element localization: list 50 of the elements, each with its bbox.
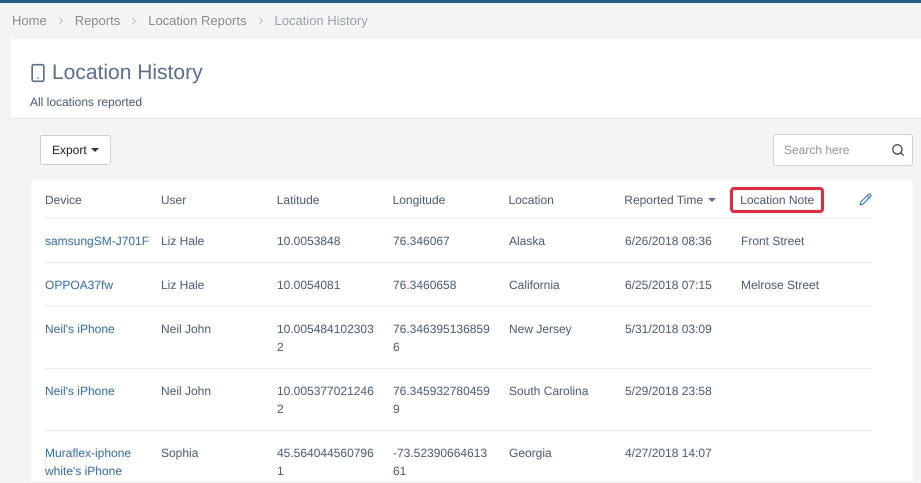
table-cell-text: South Carolina [509,383,588,400]
edit-icon[interactable] [859,193,872,206]
table-cell-text: 5/29/2018 23:58 [625,383,712,400]
breadcrumb-link[interactable]: Home [12,11,47,31]
column-header[interactable]: Reported Time [624,190,716,208]
table-cell-text: Neil John [161,383,212,400]
table-cell-text: 10.0053848 [277,233,340,250]
table-cell-text: 10.0053770212462 [277,383,374,418]
table-cell-text: Georgia [509,445,552,462]
column-header[interactable]: Location Note [730,186,824,212]
column-header[interactable]: Latitude [276,190,320,208]
table-cell-text: 6/26/2018 08:36 [625,233,712,250]
page-title: Location History [52,60,203,86]
breadcrumb-link[interactable]: Location Reports [148,11,246,31]
search-field[interactable]: Search here [773,134,913,166]
table-cell-text: Liz Hale [161,277,204,294]
table-cell-text: 76.3459327804599 [393,383,490,418]
table-cell-text: 76.346067 [393,233,450,250]
table-cell-text: Sophia [161,445,198,462]
device-link[interactable]: Neil's iPhone [45,320,115,338]
device-link[interactable]: OPPOA37fw [45,276,114,294]
table-cell-text: 76.3460658 [393,277,456,294]
sort-caret-icon [708,198,716,202]
export-button[interactable]: Export [40,135,111,165]
table-cell-text: 4/27/2018 14:07 [625,445,712,462]
column-header[interactable]: Location [508,190,554,208]
search-icon [891,143,905,157]
table-cell-text: California [509,277,560,294]
table-cell-text: 5/31/2018 03:09 [625,321,712,338]
column-header[interactable]: Longitude [392,190,446,208]
table-cell-text: Melrose Street [741,277,820,294]
page-subtitle: All locations reported [29,94,144,110]
table-cell-text: 45.5640445607961 [277,445,374,480]
device-link[interactable]: Neil's iPhone [45,382,115,400]
table-cell-text: New Jersey [509,321,572,338]
caret-icon [90,148,99,152]
table-cell-text: Alaska [509,233,546,250]
table-cell-text: 6/25/2018 07:15 [625,277,712,294]
column-header[interactable]: User [160,190,186,208]
table-cell-text: 10.0054841023032 [277,321,374,356]
table-cell-text: 76.3463951368596 [393,321,490,356]
table-cell-text: Liz Hale [161,233,204,250]
device-link[interactable]: samsungSM-J701F [45,232,150,250]
breadcrumb-link[interactable]: Reports [74,11,120,31]
table-cell-text: -73.5239066461361 [393,445,488,480]
device-link[interactable]: Muraflex-iphone white's iPhone [45,444,153,480]
table-cell-text: 10.0054081 [277,277,340,294]
table-cell-text: Front Street [741,233,804,250]
column-header[interactable]: Device [45,190,82,208]
table-cell-text: Neil John [161,321,212,338]
